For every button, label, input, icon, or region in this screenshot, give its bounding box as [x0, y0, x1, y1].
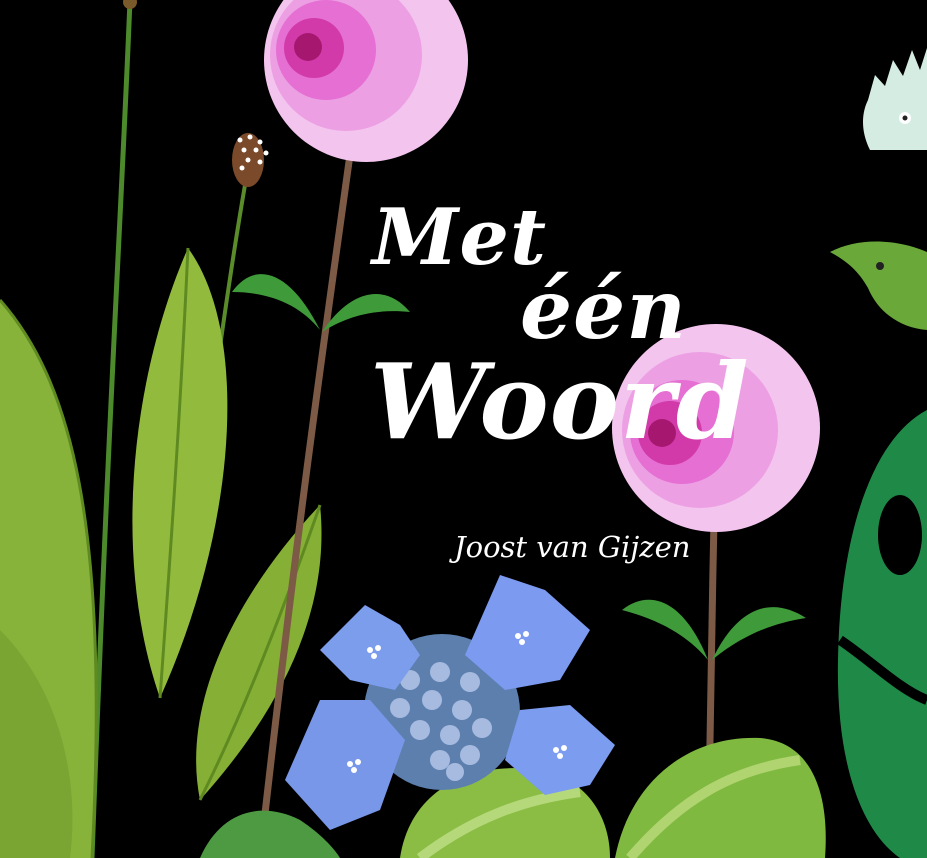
title-line-3: Woord: [370, 340, 750, 463]
author-name: Joost van Gijzen: [454, 530, 691, 564]
book-cover: Met één Woord Joost van Gijzen: [0, 0, 927, 858]
